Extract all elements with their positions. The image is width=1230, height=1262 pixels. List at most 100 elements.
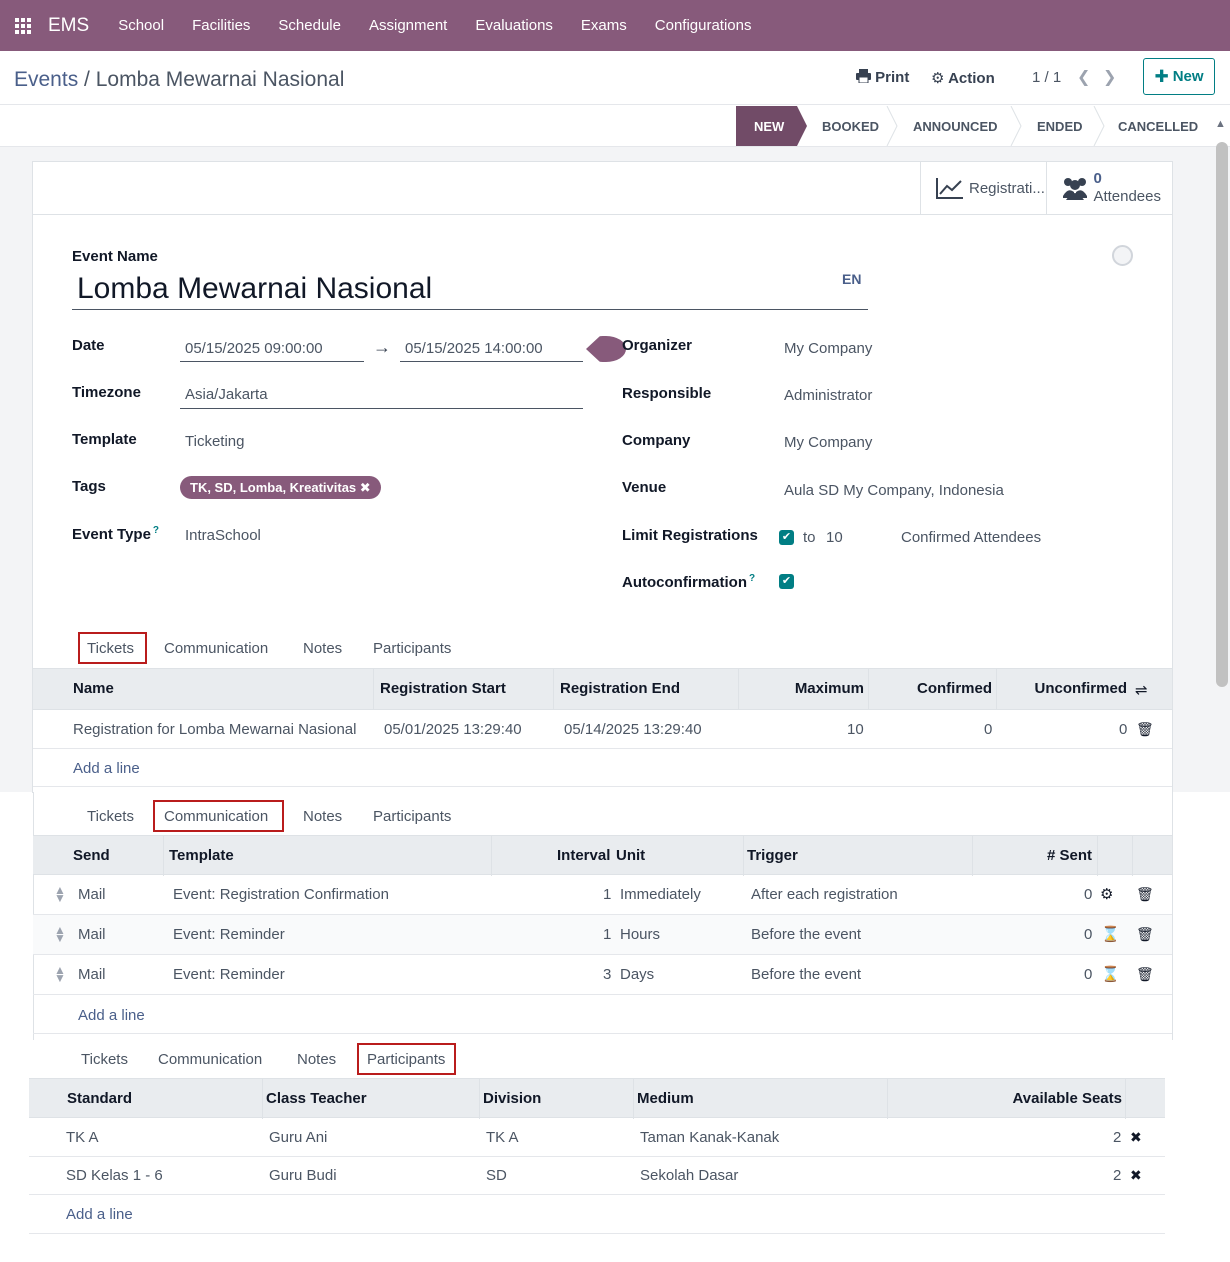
print-button[interactable]: Print: [856, 69, 909, 86]
limit-value-input[interactable]: 10: [826, 529, 843, 546]
tab-notes[interactable]: Notes: [297, 1051, 336, 1068]
organizer-field[interactable]: My Company: [784, 340, 872, 357]
tab-communication[interactable]: Communication: [158, 1051, 262, 1068]
participant-medium[interactable]: Sekolah Dasar: [640, 1167, 738, 1184]
drag-handle-icon[interactable]: ▲ ▼: [54, 884, 66, 904]
col-class-teacher[interactable]: Class Teacher: [266, 1079, 367, 1119]
template-field[interactable]: Ticketing: [185, 433, 244, 450]
pager-value[interactable]: 1 / 1: [1032, 69, 1061, 86]
trash-icon[interactable]: 🗑: [1136, 886, 1154, 903]
menu-assignment[interactable]: Assignment: [355, 0, 461, 51]
participant-seats[interactable]: 2: [1113, 1167, 1121, 1184]
company-field[interactable]: My Company: [784, 434, 872, 451]
stage-cancelled[interactable]: CANCELLED: [1118, 106, 1198, 146]
scrollbar[interactable]: [1216, 142, 1228, 687]
tag-remove-icon[interactable]: ✖: [360, 480, 371, 495]
tab-notes[interactable]: Notes: [303, 808, 342, 825]
comm-trigger[interactable]: Before the event: [751, 926, 861, 943]
comm-template[interactable]: Event: Registration Confirmation: [173, 886, 389, 903]
help-icon[interactable]: ?: [749, 573, 755, 584]
comm-send[interactable]: Mail: [78, 886, 106, 903]
drag-handle-icon[interactable]: ▲ ▼: [54, 924, 66, 944]
col-division[interactable]: Division: [483, 1079, 541, 1119]
ticket-maximum[interactable]: 10: [847, 721, 864, 738]
timezone-select[interactable]: Asia/Jakarta: [185, 386, 268, 403]
trash-icon[interactable]: 🗑: [1136, 721, 1154, 738]
menu-configurations[interactable]: Configurations: [641, 0, 766, 51]
participant-division[interactable]: SD: [486, 1167, 507, 1184]
col-medium[interactable]: Medium: [637, 1079, 694, 1119]
comm-trigger[interactable]: After each registration: [751, 886, 898, 903]
registrations-smart-button[interactable]: Registrati...: [921, 162, 1048, 214]
ticket-name[interactable]: Registration for Lomba Mewarnai Nasional: [73, 721, 356, 738]
autoconfirmation-checkbox[interactable]: ✔: [779, 574, 794, 589]
comm-unit[interactable]: Hours: [620, 926, 660, 943]
new-button[interactable]: ✚ New: [1143, 58, 1215, 95]
comm-unit[interactable]: Immediately: [620, 886, 701, 903]
app-brand[interactable]: EMS: [48, 15, 89, 37]
trash-icon[interactable]: 🗑: [1136, 926, 1154, 943]
col-unconfirmed[interactable]: Unconfirmed: [1034, 669, 1127, 709]
stage-booked[interactable]: BOOKED: [822, 106, 879, 146]
event-type-field[interactable]: IntraSchool: [185, 527, 261, 544]
participants-add-line[interactable]: Add a line: [66, 1206, 133, 1223]
responsible-field[interactable]: Administrator: [784, 387, 872, 404]
tab-notes[interactable]: Notes: [303, 640, 342, 657]
stage-ended[interactable]: ENDED: [1037, 106, 1083, 146]
col-maximum[interactable]: Maximum: [795, 669, 864, 709]
kanban-state-icon[interactable]: [1112, 245, 1133, 266]
communication-add-line[interactable]: Add a line: [78, 1007, 145, 1024]
event-name-input[interactable]: Lomba Mewarnai Nasional: [77, 272, 432, 306]
ticket-registration-start[interactable]: 05/01/2025 13:29:40: [384, 721, 522, 738]
comm-interval[interactable]: 3: [603, 966, 611, 983]
pager-prev-icon[interactable]: ❮: [1077, 67, 1090, 87]
limit-registrations-checkbox[interactable]: ✔: [779, 530, 794, 545]
tickets-add-line[interactable]: Add a line: [73, 760, 140, 777]
col-available-seats[interactable]: Available Seats: [1012, 1079, 1122, 1119]
apps-menu-icon[interactable]: [15, 17, 31, 34]
col-registration-end[interactable]: Registration End: [560, 669, 680, 709]
tag-badge[interactable]: TK, SD, Lomba, Kreativitas ✖: [180, 476, 381, 499]
action-button[interactable]: ⚙ Action: [931, 69, 995, 87]
col-sent[interactable]: # Sent: [1047, 836, 1092, 876]
date-start-input[interactable]: 05/15/2025 09:00:00: [185, 340, 323, 357]
participant-division[interactable]: TK A: [486, 1129, 519, 1146]
comm-template[interactable]: Event: Reminder: [173, 926, 285, 943]
stage-announced[interactable]: ANNOUNCED: [913, 106, 998, 146]
col-name[interactable]: Name: [73, 669, 114, 709]
stage-new[interactable]: NEW: [736, 106, 807, 146]
comm-unit[interactable]: Days: [620, 966, 654, 983]
help-icon[interactable]: ?: [153, 525, 159, 536]
venue-field[interactable]: Aula SD My Company, Indonesia: [784, 482, 1004, 499]
scroll-up-icon[interactable]: ▲: [1215, 118, 1226, 130]
remove-icon[interactable]: ✖: [1130, 1129, 1142, 1146]
col-registration-start[interactable]: Registration Start: [380, 669, 506, 709]
comm-send[interactable]: Mail: [78, 926, 106, 943]
date-end-input[interactable]: 05/15/2025 14:00:00: [405, 340, 543, 357]
participant-seats[interactable]: 2: [1113, 1129, 1121, 1146]
menu-school[interactable]: School: [104, 0, 178, 51]
comm-trigger[interactable]: Before the event: [751, 966, 861, 983]
menu-exams[interactable]: Exams: [567, 0, 641, 51]
pager-next-icon[interactable]: ❯: [1103, 67, 1116, 87]
col-standard[interactable]: Standard: [67, 1079, 132, 1119]
ticket-registration-end[interactable]: 05/14/2025 13:29:40: [564, 721, 702, 738]
menu-evaluations[interactable]: Evaluations: [461, 0, 567, 51]
remove-icon[interactable]: ✖: [1130, 1167, 1142, 1184]
attendees-smart-button[interactable]: 0 Attendees: [1047, 162, 1173, 214]
menu-schedule[interactable]: Schedule: [264, 0, 355, 51]
col-template[interactable]: Template: [169, 836, 234, 876]
trash-icon[interactable]: 🗑: [1136, 966, 1154, 983]
tab-communication[interactable]: Communication: [164, 640, 268, 657]
comm-interval[interactable]: 1: [603, 926, 611, 943]
participant-medium[interactable]: Taman Kanak-Kanak: [640, 1129, 779, 1146]
col-confirmed[interactable]: Confirmed: [917, 669, 992, 709]
participant-class-teacher[interactable]: Guru Budi: [269, 1167, 337, 1184]
drag-handle-icon[interactable]: ▲ ▼: [54, 964, 66, 984]
col-unit[interactable]: Unit: [616, 836, 645, 876]
comm-interval[interactable]: 1: [603, 886, 611, 903]
participant-class-teacher[interactable]: Guru Ani: [269, 1129, 327, 1146]
tab-tickets[interactable]: Tickets: [81, 1051, 128, 1068]
optional-columns-icon[interactable]: ⇌: [1135, 681, 1148, 699]
breadcrumb-events[interactable]: Events: [14, 68, 78, 91]
